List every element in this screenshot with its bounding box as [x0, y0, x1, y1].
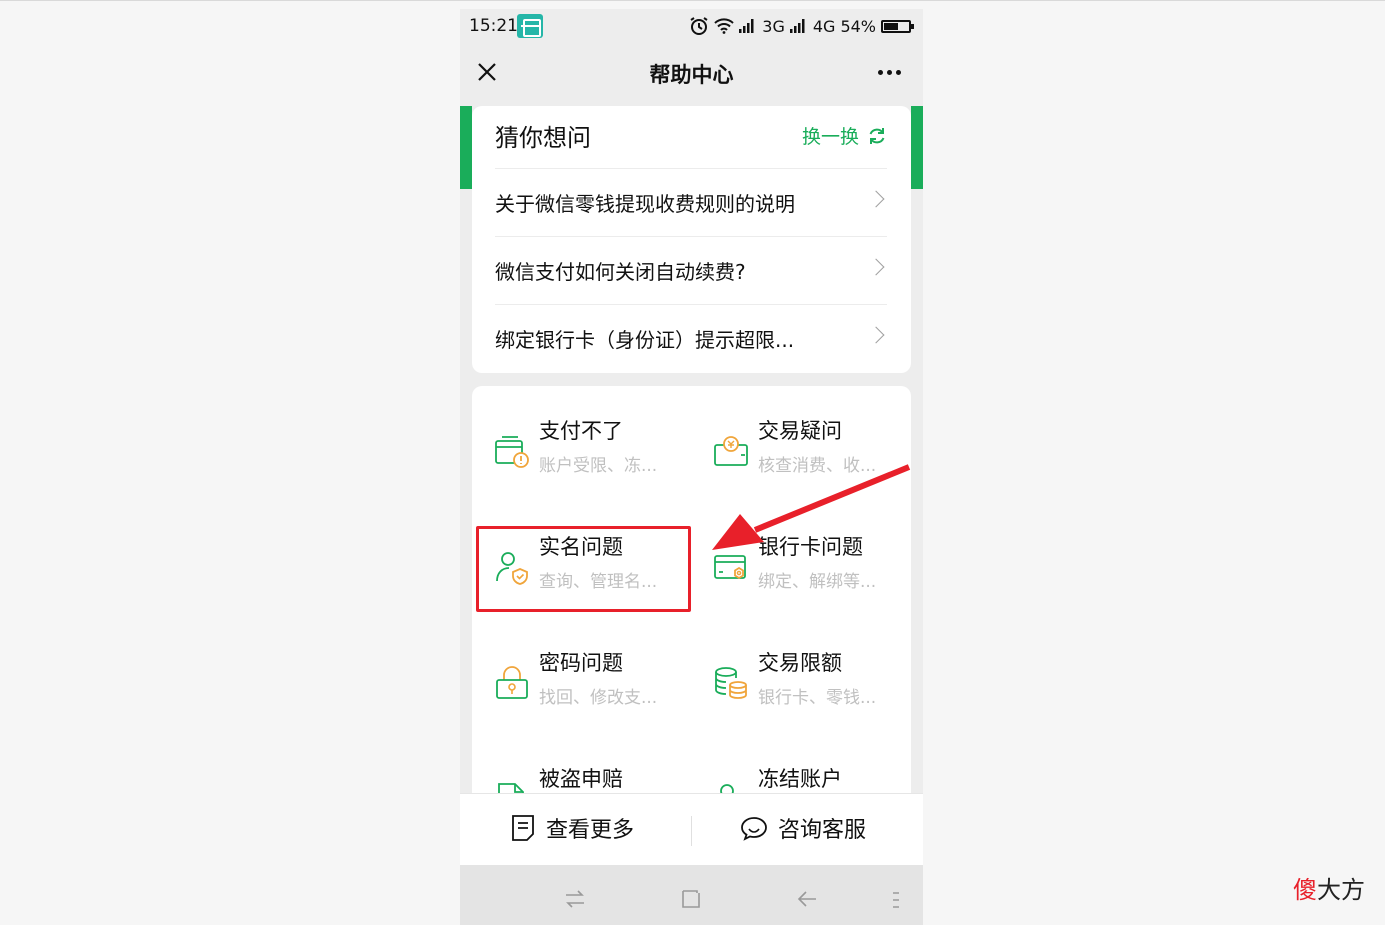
- chevron-right-icon: [867, 258, 885, 276]
- wallet-warning-icon: [495, 436, 529, 468]
- status-indicators: 3G 4G 54%: [689, 16, 914, 36]
- battery-percent: 54%: [840, 16, 876, 36]
- bottom-divider: [691, 816, 692, 846]
- back-icon[interactable]: [796, 889, 818, 909]
- category-title: 冻结账户: [758, 767, 842, 791]
- category-subtitle: 找回、修改支...: [539, 688, 658, 708]
- question-item[interactable]: 关于微信零钱提现收费规则的说明: [495, 168, 887, 236]
- more-options-icon[interactable]: [874, 70, 901, 75]
- status-time: 15:21: [469, 16, 518, 36]
- refresh-label: 换一换: [801, 126, 859, 148]
- category-title: 密码问题: [539, 651, 623, 675]
- android-nav-bar: [460, 865, 923, 925]
- watermark-part2: 大方: [1317, 876, 1365, 904]
- bottom-action-bar: 查看更多 咨询客服: [460, 793, 923, 865]
- alarm-icon: [690, 17, 708, 35]
- category-subtitle: 账户受限、冻...: [539, 456, 658, 476]
- chevron-right-icon: [867, 190, 885, 208]
- customer-service-label: 咨询客服: [778, 818, 867, 843]
- refresh-button[interactable]: 换一换: [802, 122, 887, 149]
- top-border: [0, 0, 1385, 1]
- menu-icon[interactable]: [892, 891, 900, 909]
- customer-service-button[interactable]: 咨询客服: [740, 812, 866, 844]
- green-accent-right: [911, 106, 923, 189]
- question-text: 微信支付如何关闭自动续费?: [495, 260, 746, 284]
- page-title: 帮助中心: [649, 63, 734, 87]
- home-icon[interactable]: [681, 889, 701, 909]
- category-password[interactable]: 密码问题 找回、修改支...: [494, 647, 694, 737]
- category-subtitle: 绑定、解绑等...: [758, 572, 877, 592]
- green-accent-left: [460, 106, 472, 189]
- signal-icon: [739, 19, 754, 33]
- network-type-1: 3G: [762, 16, 785, 36]
- guess-card: 猜你想问 换一换 关于微信零钱提现收费规则的说明 微信支付如何关闭自动续费? 绑…: [472, 106, 911, 373]
- question-item[interactable]: 绑定银行卡（身份证）提示超限...: [495, 304, 887, 372]
- annotation-arrow-icon: [712, 464, 911, 550]
- category-pay-failed[interactable]: 支付不了 账户受限、冻...: [494, 415, 694, 505]
- battery-icon: [881, 19, 914, 33]
- screenshot-scan-icon: [517, 14, 543, 38]
- category-transaction-limit[interactable]: 交易限额 银行卡、零钱...: [713, 647, 911, 737]
- guess-title: 猜你想问: [495, 124, 591, 152]
- category-title: 被盗申赔: [539, 767, 623, 791]
- question-text: 绑定银行卡（身份证）提示超限...: [495, 328, 795, 352]
- question-item[interactable]: 微信支付如何关闭自动续费?: [495, 236, 887, 304]
- network-type-2: 4G: [812, 16, 836, 36]
- signal-icon: [789, 19, 805, 33]
- recent-apps-icon[interactable]: [564, 889, 586, 909]
- chat-bubble-icon: [741, 817, 767, 841]
- lock-icon: [496, 666, 528, 699]
- highlight-box: [476, 526, 691, 612]
- category-title: 支付不了: [539, 419, 623, 443]
- chevron-right-icon: [867, 326, 885, 344]
- category-title: 交易限额: [758, 651, 842, 675]
- status-bar: 15:21 3G 4G 54%: [460, 9, 923, 45]
- nav-bar: 帮助中心: [460, 45, 923, 105]
- coins-stack-icon: [715, 667, 747, 699]
- list-icon: [512, 815, 534, 841]
- view-more-button[interactable]: 查看更多: [510, 812, 634, 844]
- view-more-label: 查看更多: [546, 818, 635, 843]
- wifi-icon: [714, 18, 734, 34]
- category-subtitle: 银行卡、零钱...: [758, 688, 877, 708]
- category-title: 交易疑问: [758, 419, 842, 443]
- refresh-icon: [869, 127, 885, 144]
- question-text: 关于微信零钱提现收费规则的说明: [495, 192, 795, 216]
- watermark-part1: 傻: [1293, 876, 1317, 904]
- watermark: 傻大方: [1293, 870, 1365, 905]
